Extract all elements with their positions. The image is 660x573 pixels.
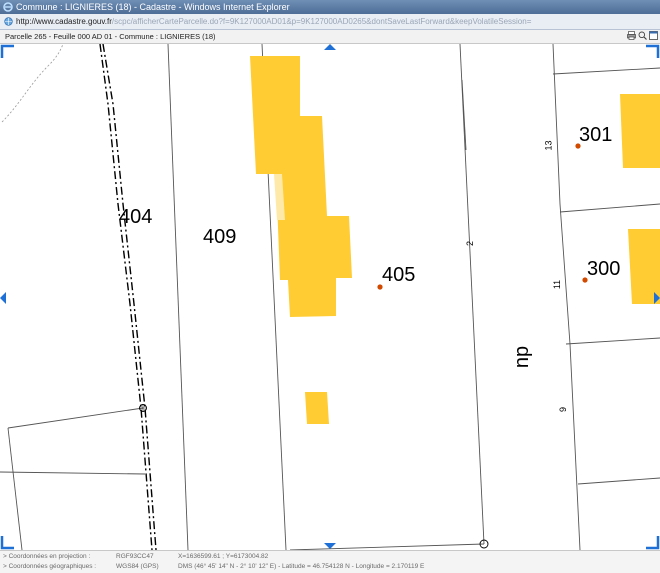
address-number: 11 — [552, 279, 563, 290]
projection-row: > Coordonnées en projection : RGF93CC47 … — [3, 552, 657, 562]
print-icon[interactable] — [627, 31, 636, 40]
building — [620, 94, 660, 168]
address-bar[interactable]: http://www.cadastre.gouv.fr/scpc/affiche… — [0, 14, 660, 30]
parcel-line — [461, 79, 467, 151]
corner-bracket-top-right — [646, 44, 660, 58]
pan-left-arrow — [0, 292, 6, 304]
pan-down-arrow — [324, 543, 336, 549]
parcel-label: 300 — [587, 258, 621, 280]
parcel-line — [577, 477, 660, 485]
page-icon — [4, 17, 13, 26]
street-name: du — [512, 345, 535, 369]
parcel-label: 405 — [382, 264, 416, 286]
building — [250, 56, 352, 317]
zoom-icon[interactable] — [638, 31, 647, 40]
parcel-line — [565, 337, 660, 345]
parcel-label: 301 — [579, 124, 613, 146]
map-header: Parcelle 265 - Feuille 000 AD 01 - Commu… — [0, 30, 660, 44]
parcel-line — [552, 44, 581, 550]
map-tools — [625, 31, 658, 42]
geo-system: WGS84 (GPS) — [116, 563, 159, 570]
parcel-line — [7, 427, 23, 550]
window-title-bar: Commune : LIGNIERES (18) - Cadastre - Wi… — [0, 0, 660, 14]
geo-coords: DMS (46° 45' 14" N - 2° 10' 12" E) - Lat… — [178, 563, 425, 570]
building — [628, 229, 660, 304]
corner-bracket-bottom-right — [646, 536, 660, 550]
url-host: http://www.cadastre.gouv.fr — [16, 17, 112, 26]
url-path: /scpc/afficherCarteParcelle.do?f=9K12700… — [111, 17, 532, 26]
address-number: 9 — [558, 406, 569, 413]
parcel-line — [167, 44, 189, 550]
url-text[interactable]: http://www.cadastre.gouv.fr/scpc/affiche… — [16, 17, 531, 26]
internet-explorer-icon — [3, 2, 13, 12]
fullscreen-icon[interactable] — [649, 31, 658, 40]
map-title: Parcelle 265 - Feuille 000 AD 01 - Commu… — [5, 32, 216, 41]
parcel-line — [559, 203, 660, 213]
window-title: Commune : LIGNIERES (18) - Cadastre - Wi… — [16, 2, 290, 12]
parcel-line — [552, 67, 660, 75]
parcel-label: 409 — [203, 226, 237, 248]
coordinates-status-bar: > Coordonnées en projection : RGF93CC47 … — [0, 550, 660, 573]
parcel-label: 404 — [119, 206, 153, 228]
dashed-boundary — [1, 44, 64, 123]
building — [305, 392, 329, 424]
corner-bracket-bottom-left — [0, 536, 14, 550]
geo-label: > Coordonnées géographiques : — [3, 563, 97, 570]
projection-system: RGF93CC47 — [116, 553, 154, 560]
parcel-line — [459, 44, 485, 545]
map-canvas[interactable] — [0, 44, 660, 550]
corner-bracket-top-left — [0, 44, 14, 58]
geographic-row: > Coordonnées géographiques : WGS84 (GPS… — [3, 562, 657, 572]
parcel-line — [0, 471, 146, 475]
cadastre-map[interactable]: 404 409 405 301 300 13 11 9 2 du — [0, 44, 660, 550]
parcel-line — [7, 407, 144, 429]
projection-coords: X=1636599.61 ; Y=6173004.82 — [178, 553, 269, 560]
projection-label: > Coordonnées en projection : — [3, 553, 91, 560]
address-number: 2 — [465, 240, 476, 247]
pan-up-arrow — [324, 44, 336, 50]
address-number: 13 — [543, 140, 554, 151]
